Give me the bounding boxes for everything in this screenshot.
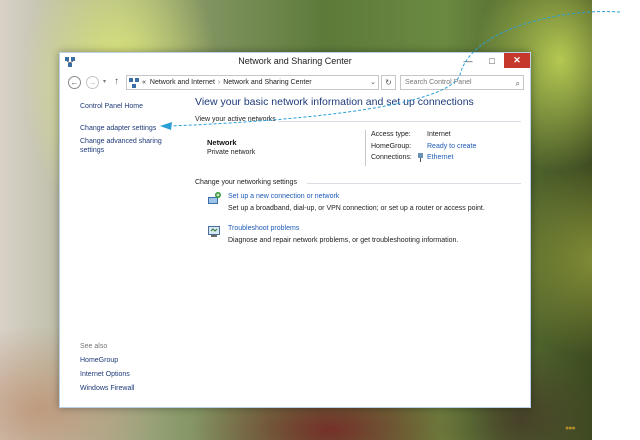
setup-connection-link[interactable]: Set up a new connection or network (228, 193, 339, 200)
advanced-sharing-line2: settings (80, 147, 105, 154)
recent-locations-dropdown[interactable]: ▾ (103, 78, 106, 85)
section-divider (278, 121, 521, 122)
advanced-sharing-line1: Change advanced sharing (80, 138, 162, 145)
troubleshoot-icon (208, 226, 220, 237)
change-advanced-sharing-link[interactable]: Change advanced sharing settings (80, 137, 162, 155)
address-dropdown-icon[interactable]: ⌄ (370, 78, 376, 86)
homegroup-ready-link[interactable]: Ready to create (427, 143, 476, 150)
search-icon[interactable]: ⌕ (516, 77, 520, 90)
title-bar: Network and Sharing Center — □ ✕ (60, 53, 530, 71)
section-divider (307, 183, 521, 184)
see-also-label: See also (80, 343, 108, 350)
windows-firewall-link[interactable]: Windows Firewall (80, 384, 134, 393)
forward-button[interactable]: → (86, 76, 99, 89)
network-divider (365, 130, 366, 166)
ethernet-icon (418, 153, 423, 162)
search-input[interactable]: Search Control Panel ⌕ (400, 75, 524, 90)
up-button[interactable]: ↑ (114, 76, 119, 87)
network-type: Private network (207, 149, 256, 156)
search-placeholder: Search Control Panel (405, 79, 472, 86)
minimize-button[interactable]: — (456, 53, 480, 68)
refresh-button[interactable]: ↻ (381, 75, 396, 90)
active-networks-heading: View your active networks (195, 116, 276, 123)
homegroup-link[interactable]: HomeGroup (80, 356, 118, 365)
network-sharing-center-window: Network and Sharing Center — □ ✕ ← → ▾ ↑… (59, 52, 531, 408)
page-title: View your basic network information and … (195, 96, 474, 108)
access-type-value: Internet (427, 131, 451, 138)
setup-connection-description: Set up a broadband, dial-up, or VPN conn… (228, 205, 485, 212)
navigation-bar: ← → ▾ ↑ « Network and Internet › Network… (60, 71, 530, 95)
access-type-label: Access type: (371, 131, 411, 138)
homegroup-label: HomeGroup: (371, 143, 412, 150)
change-settings-heading: Change your networking settings (195, 179, 297, 186)
control-panel-home-link[interactable]: Control Panel Home (80, 102, 143, 111)
close-button[interactable]: ✕ (504, 53, 530, 68)
ethernet-connection-link[interactable]: Ethernet (427, 154, 453, 161)
change-adapter-settings-link[interactable]: Change adapter settings (80, 124, 156, 133)
troubleshoot-problems-link[interactable]: Troubleshoot problems (228, 225, 299, 232)
network-name: Network (207, 138, 237, 147)
breadcrumb-network-internet[interactable]: Network and Internet (150, 79, 215, 86)
watermark-logo: ●●● (565, 425, 576, 432)
internet-options-link[interactable]: Internet Options (80, 370, 130, 379)
address-bar[interactable]: « Network and Internet › Network and Sha… (126, 75, 379, 90)
address-overflow-icon[interactable]: « (142, 79, 146, 86)
breadcrumb-network-sharing-center[interactable]: Network and Sharing Center (223, 79, 311, 86)
maximize-button[interactable]: □ (480, 53, 504, 68)
new-connection-icon (208, 192, 221, 204)
back-button[interactable]: ← (68, 76, 81, 89)
page-margin (592, 0, 640, 440)
control-panel-icon (129, 77, 139, 88)
troubleshoot-description: Diagnose and repair network problems, or… (228, 237, 459, 244)
connections-label: Connections: (371, 154, 412, 161)
breadcrumb-separator-icon: › (217, 79, 221, 86)
